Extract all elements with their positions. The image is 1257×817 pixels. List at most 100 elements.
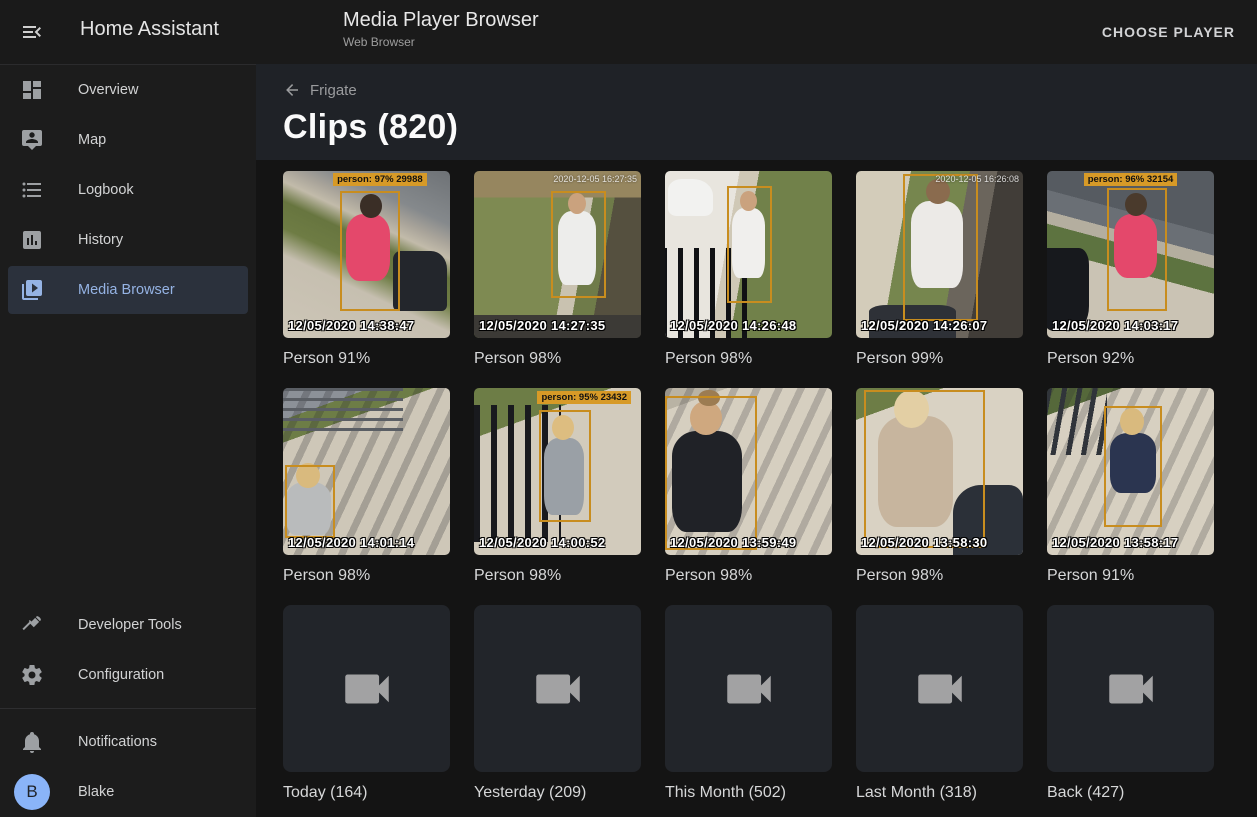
sidebar-item-label: History — [78, 232, 123, 248]
video-icon — [720, 660, 778, 718]
sidebar-item-label: Media Browser — [78, 282, 175, 298]
clip-caption: Person 98% — [283, 567, 450, 585]
format-list-bulleted-icon — [20, 178, 44, 202]
clip-thumbnail[interactable]: 2020-12-05 16:26:08 12/05/2020 14:26:07 — [856, 171, 1023, 338]
sidebar-item-label: Notifications — [78, 734, 157, 750]
folder-thumbnail[interactable] — [1047, 605, 1214, 772]
clip-timestamp: 12/05/2020 14:00:52 — [479, 535, 605, 550]
arrow-left-icon — [283, 81, 301, 99]
folder-card-back: Back (427) — [1047, 605, 1214, 802]
breadcrumb-label: Frigate — [310, 82, 357, 99]
detection-box — [1104, 406, 1162, 526]
sidebar-item-map[interactable]: Map — [8, 116, 248, 164]
sidebar-item-label: Overview — [78, 82, 138, 98]
clip-card: person: 95% 23432 12/05/2020 14:00:52 Pe… — [474, 388, 641, 585]
sidebar-item-developer-tools[interactable]: Developer Tools — [8, 601, 248, 649]
sidebar-item-history[interactable]: History — [8, 216, 248, 264]
clip-caption: Person 98% — [474, 350, 641, 368]
folder-label: Yesterday (209) — [474, 784, 641, 802]
choose-player-button[interactable]: CHOOSE PLAYER — [1090, 16, 1247, 48]
folder-card-this-month: This Month (502) — [665, 605, 832, 802]
camera-osd-timestamp: 2020-12-05 16:27:35 — [553, 174, 637, 184]
video-icon — [338, 660, 396, 718]
clip-caption: Person 91% — [283, 350, 450, 368]
clip-thumbnail[interactable]: 12/05/2020 13:59:49 — [665, 388, 832, 555]
detection-box — [340, 191, 400, 311]
clip-card: person: 96% 32154 12/05/2020 14:03:17 Pe… — [1047, 171, 1214, 368]
hammer-icon — [20, 613, 44, 637]
sidebar-toggle-menu-icon[interactable] — [20, 20, 44, 44]
clip-caption: Person 98% — [665, 567, 832, 585]
sidebar-item-media-browser[interactable]: Media Browser — [8, 266, 248, 314]
breadcrumb[interactable]: Frigate — [283, 81, 357, 99]
clip-thumbnail[interactable]: 12/05/2020 14:26:48 — [665, 171, 832, 338]
detection-box — [1107, 188, 1167, 312]
camera-osd-timestamp: 2020-12-05 16:26:08 — [935, 174, 1019, 184]
tooltip-account-icon — [20, 128, 44, 152]
clip-timestamp: 12/05/2020 14:03:17 — [1052, 318, 1178, 333]
sidebar-item-profile[interactable]: B Blake — [8, 768, 248, 816]
play-box-multiple-icon — [20, 278, 44, 302]
page-title-block: Media Player Browser Web Browser — [343, 9, 539, 49]
detection-label: person: 97% 29988 — [333, 173, 427, 186]
bell-icon — [20, 730, 44, 754]
folder-label: Last Month (318) — [856, 784, 1023, 802]
clip-timestamp: 12/05/2020 14:27:35 — [479, 318, 605, 333]
sidebar-item-configuration[interactable]: Configuration — [8, 651, 248, 699]
detection-box — [285, 465, 335, 538]
detection-label: person: 95% 23432 — [537, 391, 631, 404]
clip-card: 12/05/2020 13:58:17 Person 91% — [1047, 388, 1214, 585]
chart-box-icon — [20, 228, 44, 252]
clip-timestamp: 12/05/2020 14:26:07 — [861, 318, 987, 333]
clip-thumbnail[interactable]: person: 96% 32154 12/05/2020 14:03:17 — [1047, 171, 1214, 338]
folder-card-today: Today (164) — [283, 605, 450, 802]
view-dashboard-icon — [20, 78, 44, 102]
detection-box — [551, 191, 606, 298]
sidebar-item-overview[interactable]: Overview — [8, 66, 248, 114]
sidebar-item-logbook[interactable]: Logbook — [8, 166, 248, 214]
clip-timestamp: 12/05/2020 13:58:30 — [861, 535, 987, 550]
detection-label: person: 96% 32154 — [1084, 173, 1178, 186]
folder-thumbnail[interactable] — [665, 605, 832, 772]
clip-thumbnail[interactable]: 2020-12-05 16:27:35 12/05/2020 14:27:35 — [474, 171, 641, 338]
video-icon — [1102, 660, 1160, 718]
clip-caption: Person 91% — [1047, 567, 1214, 585]
folder-label: Today (164) — [283, 784, 450, 802]
sidebar-item-notifications[interactable]: Notifications — [8, 718, 248, 766]
clip-thumbnail[interactable]: 12/05/2020 14:01:14 — [283, 388, 450, 555]
clip-caption: Person 98% — [665, 350, 832, 368]
clip-card: 12/05/2020 13:59:49 Person 98% — [665, 388, 832, 585]
clip-card: 2020-12-05 16:27:35 12/05/2020 14:27:35 … — [474, 171, 641, 368]
clip-thumbnail[interactable]: 12/05/2020 13:58:17 — [1047, 388, 1214, 555]
video-icon — [529, 660, 587, 718]
detection-box — [665, 396, 757, 550]
gear-icon — [20, 663, 44, 687]
clip-timestamp: 12/05/2020 13:58:17 — [1052, 535, 1178, 550]
clip-thumbnail[interactable]: person: 95% 23432 12/05/2020 14:00:52 — [474, 388, 641, 555]
sidebar-divider — [0, 708, 256, 709]
page-subtitle: Web Browser — [343, 35, 539, 49]
clip-thumbnail[interactable]: person: 97% 29988 12/05/2020 14:38:47 — [283, 171, 450, 338]
clip-timestamp: 12/05/2020 14:38:47 — [288, 318, 414, 333]
detection-box — [864, 390, 984, 549]
clip-thumbnail[interactable]: 12/05/2020 13:58:30 — [856, 388, 1023, 555]
user-avatar: B — [14, 774, 50, 810]
sidebar-item-label: Developer Tools — [78, 617, 182, 633]
app-title: Home Assistant — [80, 18, 219, 41]
sidebar-item-label: Configuration — [78, 667, 164, 683]
folder-thumbnail[interactable] — [283, 605, 450, 772]
sidebar: Overview Map Logbook History Media Brows… — [0, 64, 256, 817]
clip-card: person: 97% 29988 12/05/2020 14:38:47 Pe… — [283, 171, 450, 368]
folder-thumbnail[interactable] — [856, 605, 1023, 772]
folder-label: This Month (502) — [665, 784, 832, 802]
clip-caption: Person 98% — [474, 567, 641, 585]
app-bar: Home Assistant Media Player Browser Web … — [0, 0, 1257, 64]
clip-card: 12/05/2020 14:01:14 Person 98% — [283, 388, 450, 585]
folder-thumbnail[interactable] — [474, 605, 641, 772]
main-content: Frigate Clips (820) person: 97% 29988 12… — [256, 64, 1257, 817]
video-icon — [911, 660, 969, 718]
clip-card: 12/05/2020 13:58:30 Person 98% — [856, 388, 1023, 585]
sidebar-item-label: Logbook — [78, 182, 134, 198]
page-title: Media Player Browser — [343, 9, 539, 32]
folder-card-yesterday: Yesterday (209) — [474, 605, 641, 802]
